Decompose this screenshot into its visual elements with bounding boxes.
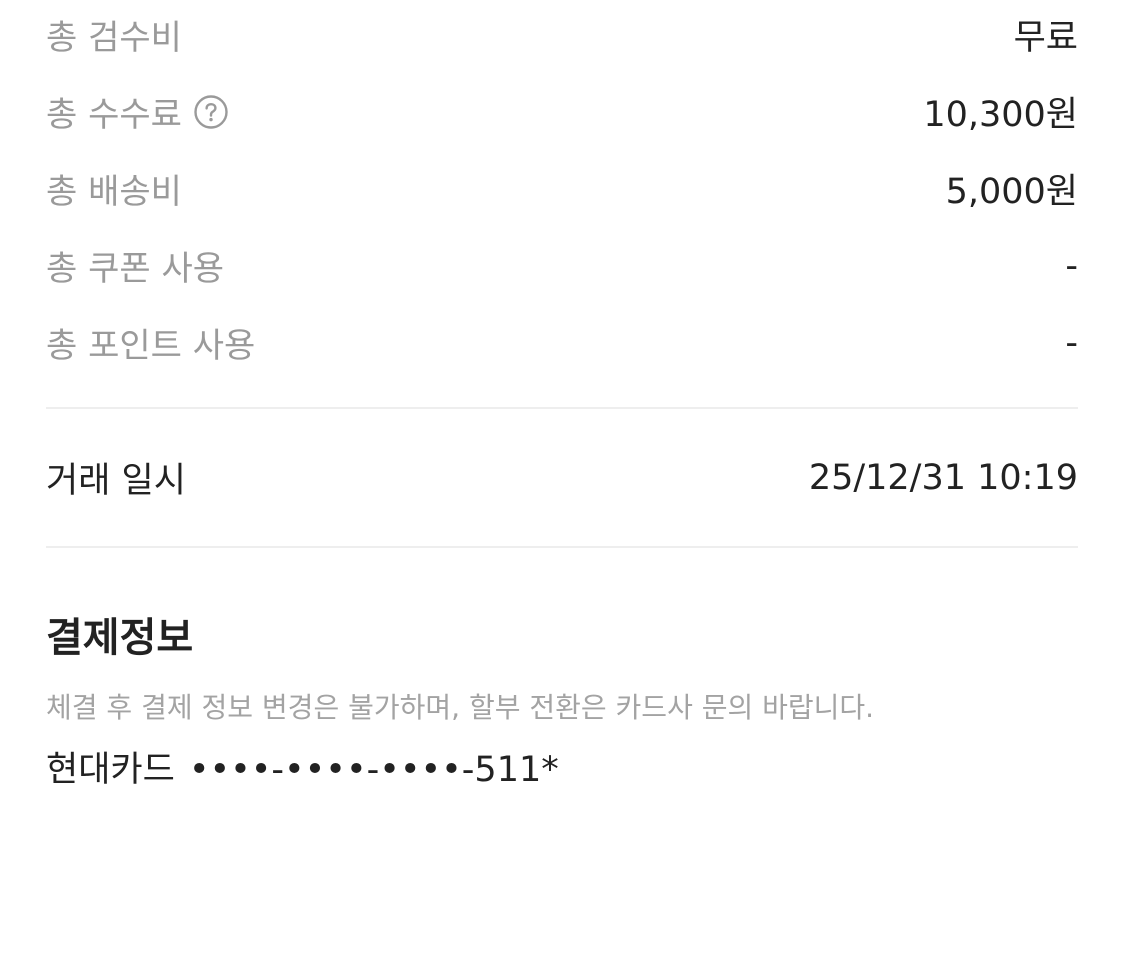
fee-value: - bbox=[1065, 322, 1078, 363]
fee-row-shipping: 총 배송비 5,000원 bbox=[46, 150, 1078, 227]
fee-list: 총 검수비 무료 총 수수료 10,300원 총 배송비 5,000원 총 쿠폰… bbox=[46, 0, 1078, 381]
fee-value: 5,000원 bbox=[945, 172, 1078, 212]
fee-label: 총 수수료 bbox=[46, 95, 182, 135]
payment-card: 현대카드 ••••-••••-••••-511* bbox=[46, 748, 1078, 792]
card-name: 현대카드 bbox=[46, 750, 175, 790]
fee-label: 총 포인트 사용 bbox=[46, 326, 256, 366]
fee-label: 총 검수비 bbox=[46, 18, 182, 58]
fee-label: 총 쿠폰 사용 bbox=[46, 249, 225, 289]
question-circle-icon[interactable] bbox=[194, 94, 228, 129]
fee-row-commission: 총 수수료 10,300원 bbox=[46, 73, 1078, 150]
fee-value: 10,300원 bbox=[923, 95, 1078, 135]
divider bbox=[46, 546, 1078, 548]
transaction-date-label: 거래 일시 bbox=[46, 461, 186, 501]
fee-row-points: 총 포인트 사용 - bbox=[46, 304, 1078, 381]
payment-info-title: 결제정보 bbox=[46, 615, 194, 661]
fee-label: 총 배송비 bbox=[46, 172, 182, 212]
fee-row-coupon: 총 쿠폰 사용 - bbox=[46, 227, 1078, 304]
transaction-date-value: 25/12/31 10:19 bbox=[808, 457, 1078, 498]
payment-summary: 총 검수비 무료 총 수수료 10,300원 총 배송비 5,000원 총 쿠폰… bbox=[46, 0, 1078, 792]
fee-row-inspection: 총 검수비 무료 bbox=[46, 0, 1078, 73]
card-number: ••••-••••-••••-511* bbox=[188, 750, 559, 790]
payment-notice: 체결 후 결제 정보 변경은 불가하며, 할부 전환은 카드사 문의 바랍니다. bbox=[46, 691, 875, 724]
transaction-date-row: 거래 일시 25/12/31 10:19 bbox=[46, 409, 1078, 546]
fee-value: 무료 bbox=[1013, 18, 1078, 58]
fee-label-wrap: 총 수수료 bbox=[46, 87, 228, 136]
fee-value: - bbox=[1065, 245, 1078, 286]
